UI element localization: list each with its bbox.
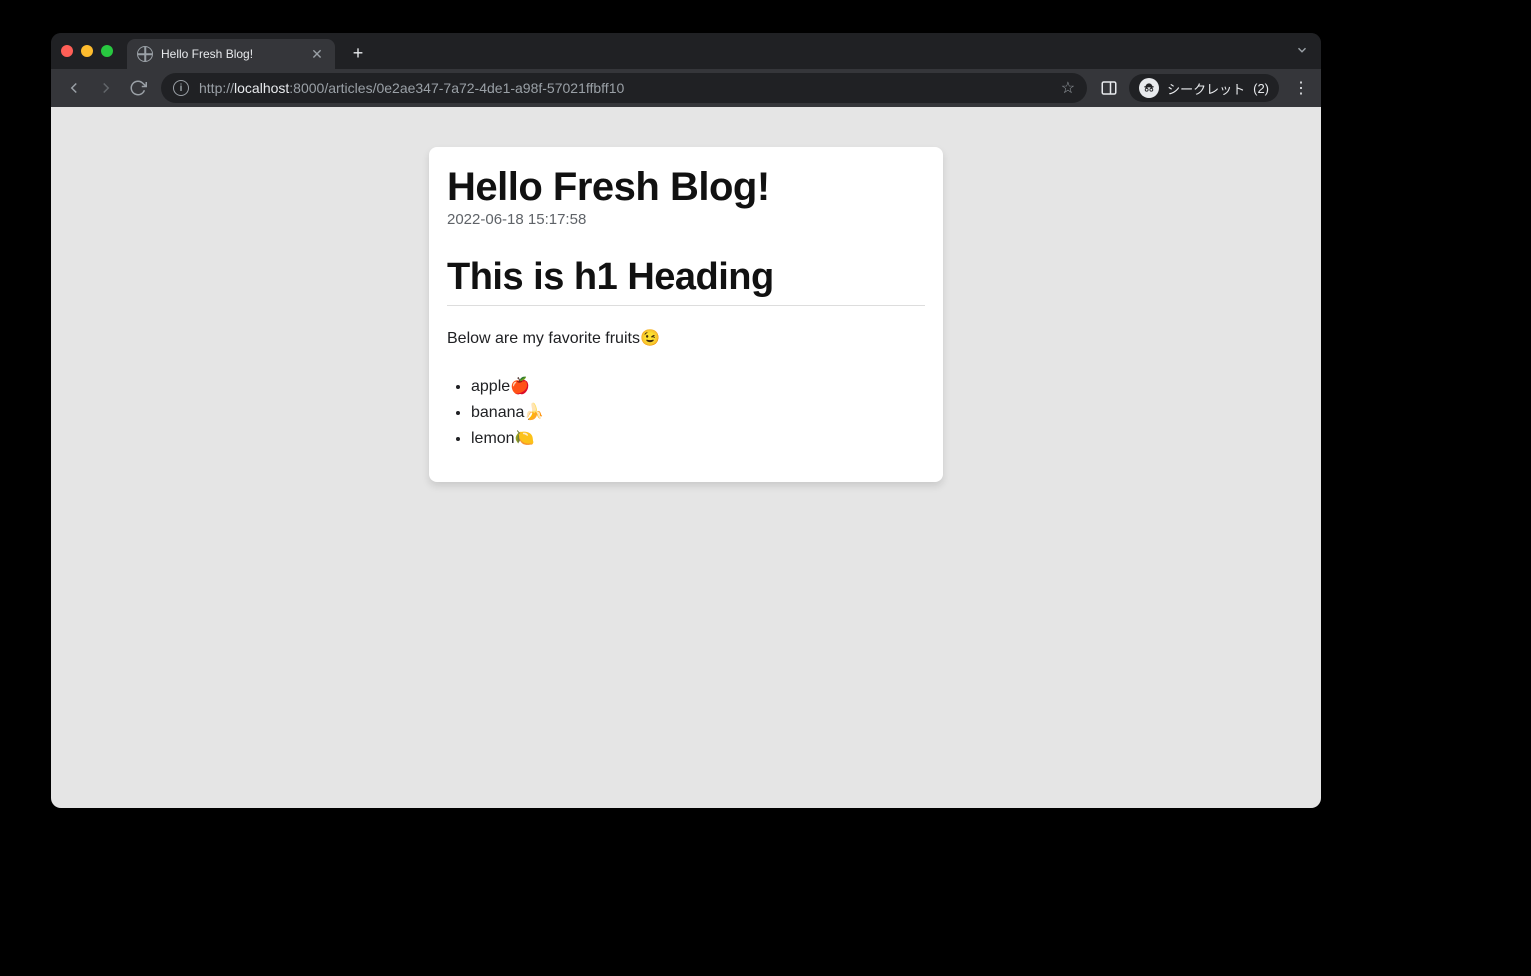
maximize-window-button[interactable]: [101, 45, 113, 57]
minimize-window-button[interactable]: [81, 45, 93, 57]
close-tab-button[interactable]: ✕: [309, 47, 325, 61]
browser-window: Hello Fresh Blog! ✕ + i http://localhost…: [51, 33, 1321, 808]
url-host: localhost: [234, 80, 289, 96]
url-protocol: http://: [199, 80, 234, 96]
incognito-badge[interactable]: シークレット (2): [1129, 74, 1279, 102]
url-text: http://localhost:8000/articles/0e2ae347-…: [199, 80, 624, 96]
tab-title: Hello Fresh Blog!: [161, 47, 301, 61]
window-controls: [61, 45, 113, 57]
site-title: Hello Fresh Blog!: [447, 165, 925, 209]
tab-bar: Hello Fresh Blog! ✕ +: [51, 33, 1321, 69]
tabs-dropdown-button[interactable]: [1295, 43, 1309, 60]
side-panel-icon[interactable]: [1099, 78, 1119, 98]
article-heading: This is h1 Heading: [447, 256, 925, 306]
forward-button[interactable]: [91, 73, 121, 103]
close-window-button[interactable]: [61, 45, 73, 57]
globe-icon: [137, 46, 153, 62]
url-path: :8000/articles/0e2ae347-7a72-4de1-a98f-5…: [289, 80, 624, 96]
back-button[interactable]: [59, 73, 89, 103]
browser-menu-button[interactable]: ⋮: [1289, 78, 1313, 98]
list-item: lemon🍋: [471, 428, 925, 448]
list-item: banana🍌: [471, 402, 925, 422]
new-tab-button[interactable]: +: [347, 42, 369, 64]
article-timestamp: 2022-06-18 15:17:58: [447, 211, 925, 228]
incognito-count: (2): [1253, 81, 1269, 96]
page-viewport[interactable]: Hello Fresh Blog! 2022-06-18 15:17:58 Th…: [51, 107, 1321, 808]
bookmark-star-icon[interactable]: ☆: [1061, 78, 1075, 98]
incognito-icon: [1139, 78, 1159, 98]
site-info-icon[interactable]: i: [173, 80, 189, 96]
reload-button[interactable]: [123, 73, 153, 103]
incognito-label: シークレット: [1167, 79, 1245, 98]
list-item: apple🍎: [471, 376, 925, 396]
address-bar[interactable]: i http://localhost:8000/articles/0e2ae34…: [161, 73, 1087, 103]
toolbar-right: シークレット (2) ⋮: [1099, 74, 1313, 102]
fruit-list: apple🍎 banana🍌 lemon🍋: [447, 376, 925, 448]
browser-toolbar: i http://localhost:8000/articles/0e2ae34…: [51, 69, 1321, 107]
browser-tab[interactable]: Hello Fresh Blog! ✕: [127, 39, 335, 69]
article-intro: Below are my favorite fruits😉: [447, 328, 925, 348]
article-card: Hello Fresh Blog! 2022-06-18 15:17:58 Th…: [429, 147, 943, 482]
